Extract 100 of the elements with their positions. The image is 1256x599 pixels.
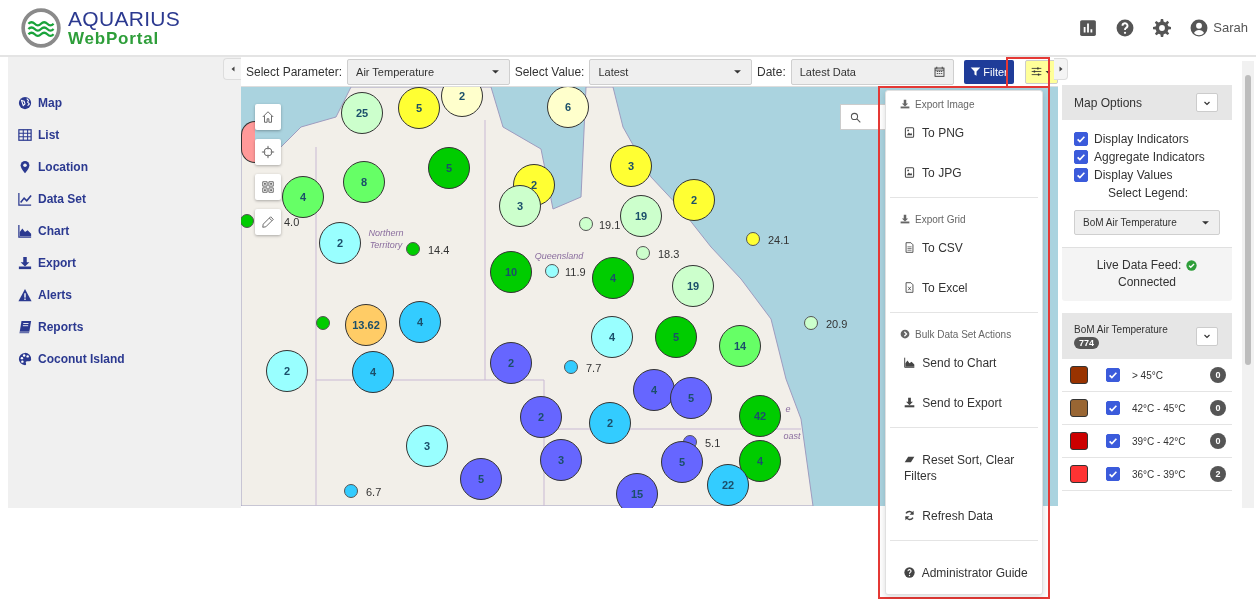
checkbox[interactable] <box>1106 368 1120 382</box>
value-dropdown[interactable]: Latest <box>589 58 753 85</box>
option-label: Display Values <box>1094 168 1173 182</box>
menu-item[interactable]: To CSV <box>890 228 1038 268</box>
legend-dropdown[interactable]: BoM Air Temperature <box>1074 210 1220 235</box>
checkmark-icon <box>1107 468 1119 480</box>
collapse-button[interactable] <box>1196 93 1218 112</box>
date-label: Date: <box>757 64 786 79</box>
panel-title: Map Options <box>1074 95 1143 110</box>
sidebar-item[interactable]: Chart <box>8 215 241 247</box>
station-value: 11.9 <box>565 265 586 280</box>
menu-item[interactable]: To PNG <box>890 113 1038 153</box>
caret-right-icon <box>1056 65 1065 73</box>
arrow-circle-icon <box>900 329 910 339</box>
range-label: 36°C - 39°C <box>1132 468 1186 480</box>
download-icon <box>18 256 32 270</box>
option-label: Aggregate Indicators <box>1094 150 1205 164</box>
help-button[interactable] <box>1116 18 1135 37</box>
station-value: 5.1 <box>705 436 721 451</box>
line-chart-icon <box>18 192 32 206</box>
menu-item[interactable]: Send to Chart <box>890 343 1038 383</box>
crosshair-icon <box>261 145 275 159</box>
station-value: 4.0 <box>284 215 300 230</box>
value-label: Select Value: <box>514 64 585 79</box>
sidebar-item[interactable]: Reports <box>8 311 241 343</box>
menu-item[interactable]: To JPG <box>890 153 1038 193</box>
grid-button[interactable] <box>255 174 281 200</box>
legend-label: Select Legend: <box>1107 186 1189 200</box>
user-avatar-icon <box>1190 18 1209 37</box>
menu-item[interactable]: Administrator Guide <box>890 553 1038 593</box>
menu-item[interactable]: Reset Sort, Clear Filters <box>890 440 1038 496</box>
sidebar-item[interactable]: Data Set <box>8 183 241 215</box>
sidebar-item[interactable]: Location <box>8 151 241 183</box>
menu-item[interactable]: Send to Export <box>890 383 1038 423</box>
area-chart-icon <box>18 224 32 238</box>
checkbox[interactable] <box>1106 401 1120 415</box>
date-field[interactable]: Latest Data <box>790 58 955 85</box>
menu-item[interactable]: Refresh Data <box>890 496 1038 536</box>
checkbox[interactable] <box>1106 434 1120 448</box>
checkmark-icon <box>1107 402 1119 414</box>
locate-button[interactable] <box>255 139 281 165</box>
menu-section-title: Export Grid <box>915 213 966 225</box>
station-value: 20.9 <box>826 317 848 332</box>
settings-icon <box>1153 18 1172 37</box>
user-menu-button[interactable]: Sarah <box>1190 18 1248 37</box>
station-value: 14.4 <box>428 243 450 258</box>
palette-icon <box>18 352 32 366</box>
home-button[interactable] <box>255 104 281 130</box>
checkbox[interactable] <box>1106 467 1120 481</box>
checkbox[interactable] <box>1074 168 1088 182</box>
count-badge: 0 <box>1210 367 1226 383</box>
download-icon <box>900 214 910 224</box>
collapse-button[interactable] <box>1196 326 1218 346</box>
refresh-icon <box>904 510 915 521</box>
count-badge: 774 <box>1074 336 1100 349</box>
menu-section-title: Export Image <box>915 98 975 110</box>
sidebar-item[interactable]: List <box>8 119 241 151</box>
menu-item[interactable]: To Excel <box>890 268 1038 308</box>
table-icon <box>18 128 32 142</box>
map-region-label: e <box>784 403 792 415</box>
checkbox[interactable] <box>1074 132 1088 146</box>
spreadsheet-file-icon <box>904 282 915 293</box>
chevron-down-icon <box>1203 332 1211 340</box>
station-value: 24.1 <box>768 233 790 248</box>
sidebar-item[interactable]: Alerts <box>8 279 241 311</box>
image-file-icon <box>904 167 915 178</box>
reports-chart-button[interactable] <box>1079 18 1098 37</box>
map-region-label: Northern Territory <box>367 227 405 251</box>
count-badge: 0 <box>1210 400 1226 416</box>
station-value: 7.7 <box>586 361 602 376</box>
area-chart-icon <box>904 357 915 368</box>
logo-subtitle: WebPortal <box>68 30 159 47</box>
filter-button[interactable]: Filter <box>964 59 1014 84</box>
scrollbar[interactable] <box>1242 61 1254 508</box>
download-icon <box>904 397 915 408</box>
checkbox[interactable] <box>1074 150 1088 164</box>
sliders-icon <box>1030 66 1042 77</box>
checkmark-icon <box>1107 369 1119 381</box>
parameter-dropdown[interactable]: Air Temperature <box>347 58 510 85</box>
count-badge: 2 <box>1210 466 1226 482</box>
scrollbar-thumb[interactable] <box>1245 75 1251 365</box>
sidebar-item[interactable]: Export <box>8 247 241 279</box>
map-region-label: oast <box>782 430 802 442</box>
parameter-label: Select Parameter: <box>246 64 343 79</box>
funnel-icon <box>970 66 982 77</box>
station-value: 18.3 <box>658 247 680 262</box>
range-label: 39°C - 42°C <box>1132 435 1186 447</box>
logo-icon <box>20 6 62 49</box>
settings-button[interactable] <box>1153 18 1172 37</box>
menu-section-title: Bulk Data Set Actions <box>915 328 1012 340</box>
sidebar-item[interactable]: Map <box>8 87 241 119</box>
logo-title: AQUARIUS <box>68 8 181 29</box>
calendar-icon <box>934 66 946 77</box>
sidebar-item[interactable]: Coconut Island <box>8 343 241 375</box>
book-icon <box>18 320 32 334</box>
checkmark-icon <box>1107 435 1119 447</box>
option-label: Display Indicators <box>1094 132 1189 146</box>
feed-label: Live Data Feed: <box>1096 258 1182 272</box>
checkmark-icon <box>1075 133 1087 145</box>
checkmark-icon <box>1075 151 1087 163</box>
